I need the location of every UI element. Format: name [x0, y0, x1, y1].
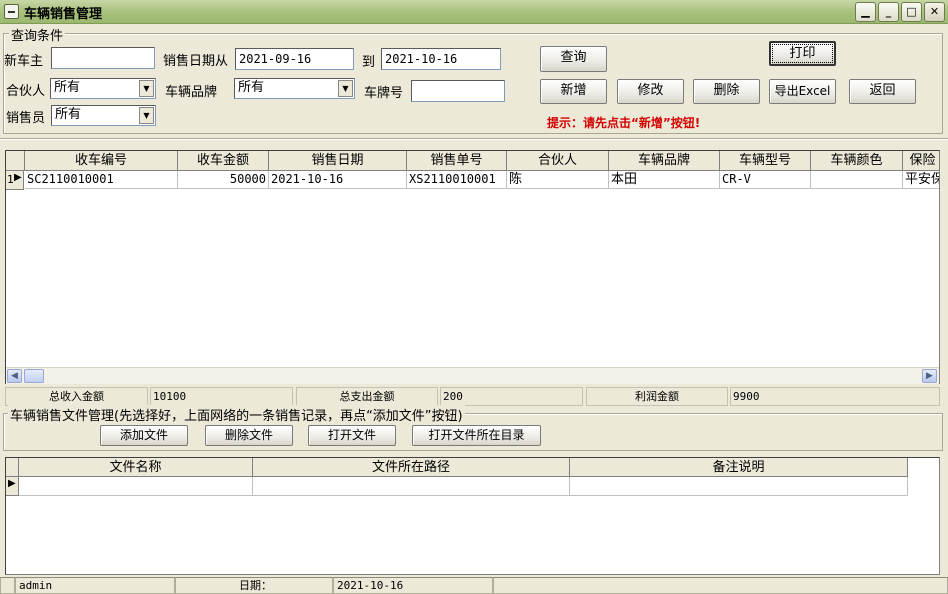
cell-sale-date[interactable]: 2021-10-16 [269, 171, 407, 189]
total-expense-value: 200 [440, 387, 583, 406]
column-header[interactable]: 保险 [903, 151, 939, 171]
column-header[interactable]: 备注说明 [570, 458, 908, 477]
cell-receive-id[interactable]: SC2110010001 [25, 171, 178, 189]
chevron-down-icon[interactable]: ▼ [338, 80, 353, 97]
hint-text: 提示：请先点击“新增”按钮! [547, 116, 701, 130]
query-group-label: 查询条件 [9, 25, 66, 44]
new-owner-input[interactable] [51, 47, 155, 69]
sale-date-from-label: 销售日期从 [163, 54, 229, 69]
print-button[interactable]: 打印 [769, 41, 836, 66]
table-row-header[interactable]: ▶ [6, 477, 19, 496]
back-button[interactable]: 返回 [849, 79, 916, 104]
row-index: 1 [7, 173, 14, 186]
cell-file-path[interactable] [253, 477, 570, 496]
total-income-value: 10100 [150, 387, 293, 406]
divider [0, 138, 948, 140]
cell-receive-amount[interactable]: 50000 [178, 171, 269, 189]
column-header[interactable]: 车辆颜色 [811, 151, 903, 171]
chevron-down-icon[interactable]: ▼ [139, 107, 154, 124]
scroll-right-icon[interactable]: ▶ [922, 369, 937, 383]
grid-corner [6, 151, 25, 171]
brand-select-value: 所有 [238, 80, 265, 95]
close-icon[interactable]: ✕ [924, 2, 945, 22]
column-header[interactable]: 文件名称 [19, 458, 253, 477]
cell-partner[interactable]: 陈 [507, 171, 609, 189]
sale-date-to-input[interactable]: 2021-10-16 [381, 48, 501, 70]
column-header[interactable]: 销售日期 [269, 151, 407, 171]
export-excel-button[interactable]: 导出Excel [769, 79, 836, 104]
add-button[interactable]: 新增 [540, 79, 607, 104]
open-folder-button[interactable]: 打开文件所在目录 [412, 425, 541, 446]
new-owner-label: 新车主 [4, 54, 44, 69]
brand-select[interactable]: 所有 ▼ [234, 78, 355, 99]
profit-label: 利润金额 [586, 387, 728, 406]
delete-file-button[interactable]: 删除文件 [205, 425, 293, 446]
file-group-label: 车辆销售文件管理(先选择好，上面网络的一条销售记录，再点“添加文件”按钮) [8, 405, 465, 424]
search-button[interactable]: 查询 [540, 46, 607, 72]
partner-select[interactable]: 所有 ▼ [50, 78, 156, 99]
minimize-button-2-icon[interactable]: _ [878, 2, 899, 22]
maximize-icon[interactable]: □ [901, 2, 922, 22]
profit-value: 9900 [730, 387, 940, 406]
plate-input[interactable] [411, 80, 505, 102]
delete-button[interactable]: 删除 [693, 79, 760, 104]
cell-file-name[interactable] [19, 477, 253, 496]
status-date-label: 日期： [175, 577, 333, 594]
plate-label: 车牌号 [364, 86, 404, 101]
column-header[interactable]: 车辆型号 [720, 151, 811, 171]
edit-button[interactable]: 修改 [617, 79, 684, 104]
seller-select[interactable]: 所有 ▼ [51, 105, 156, 126]
status-date-value: 2021-10-16 [333, 577, 493, 594]
add-file-button[interactable]: 添加文件 [100, 425, 188, 446]
column-header[interactable]: 合伙人 [507, 151, 609, 171]
grid-corner [6, 458, 19, 477]
seller-select-value: 所有 [55, 107, 82, 122]
open-file-button[interactable]: 打开文件 [308, 425, 396, 446]
total-expense-label: 总支出金额 [296, 387, 438, 406]
cell-model[interactable]: CR-V [720, 171, 811, 189]
scroll-thumb[interactable] [24, 369, 44, 383]
row-pointer-icon: ▶ [8, 478, 16, 489]
cell-brand[interactable]: 本田 [609, 171, 720, 189]
date-to-label: 到 [362, 55, 376, 70]
cell-insurance[interactable]: 平安保 [903, 171, 939, 189]
partner-select-value: 所有 [54, 80, 81, 95]
brand-label: 车辆品牌 [165, 85, 218, 100]
column-header[interactable]: 文件所在路径 [253, 458, 570, 477]
column-header[interactable]: 车辆品牌 [609, 151, 720, 171]
cell-sale-no[interactable]: XS2110010001 [407, 171, 507, 189]
status-pane-rest [493, 577, 948, 594]
sales-grid[interactable]: 收车编号 收车金额 销售日期 销售单号 合伙人 车辆品牌 车辆型号 车辆颜色 保… [5, 150, 940, 384]
column-header[interactable]: 收车金额 [178, 151, 269, 171]
cell-color[interactable] [811, 171, 903, 189]
window-title: 车辆销售管理 [24, 7, 103, 22]
seller-label: 销售员 [6, 111, 46, 126]
status-pane-blank [0, 577, 15, 594]
minimize-icon[interactable]: ▁ [855, 2, 876, 22]
title-bar: 车辆销售管理 ▁ _ □ ✕ [0, 0, 948, 24]
column-header[interactable]: 收车编号 [25, 151, 178, 171]
total-income-label: 总收入金额 [5, 387, 148, 406]
row-pointer-icon: ▶ [14, 172, 22, 183]
column-header[interactable]: 销售单号 [407, 151, 507, 171]
scroll-left-icon[interactable]: ◀ [7, 369, 22, 383]
status-user: admin [15, 577, 175, 594]
window-menu-icon[interactable] [4, 4, 19, 19]
horizontal-scrollbar[interactable]: ◀ ▶ [6, 367, 939, 384]
chevron-down-icon[interactable]: ▼ [139, 80, 154, 97]
partner-label: 合伙人 [6, 84, 46, 99]
cell-file-note[interactable] [570, 477, 908, 496]
sale-date-from-input[interactable]: 2021-09-16 [235, 48, 354, 70]
table-row-header[interactable]: 1 ▶ [6, 171, 24, 190]
files-grid[interactable]: 文件名称 文件所在路径 备注说明 ▶ [5, 457, 940, 575]
